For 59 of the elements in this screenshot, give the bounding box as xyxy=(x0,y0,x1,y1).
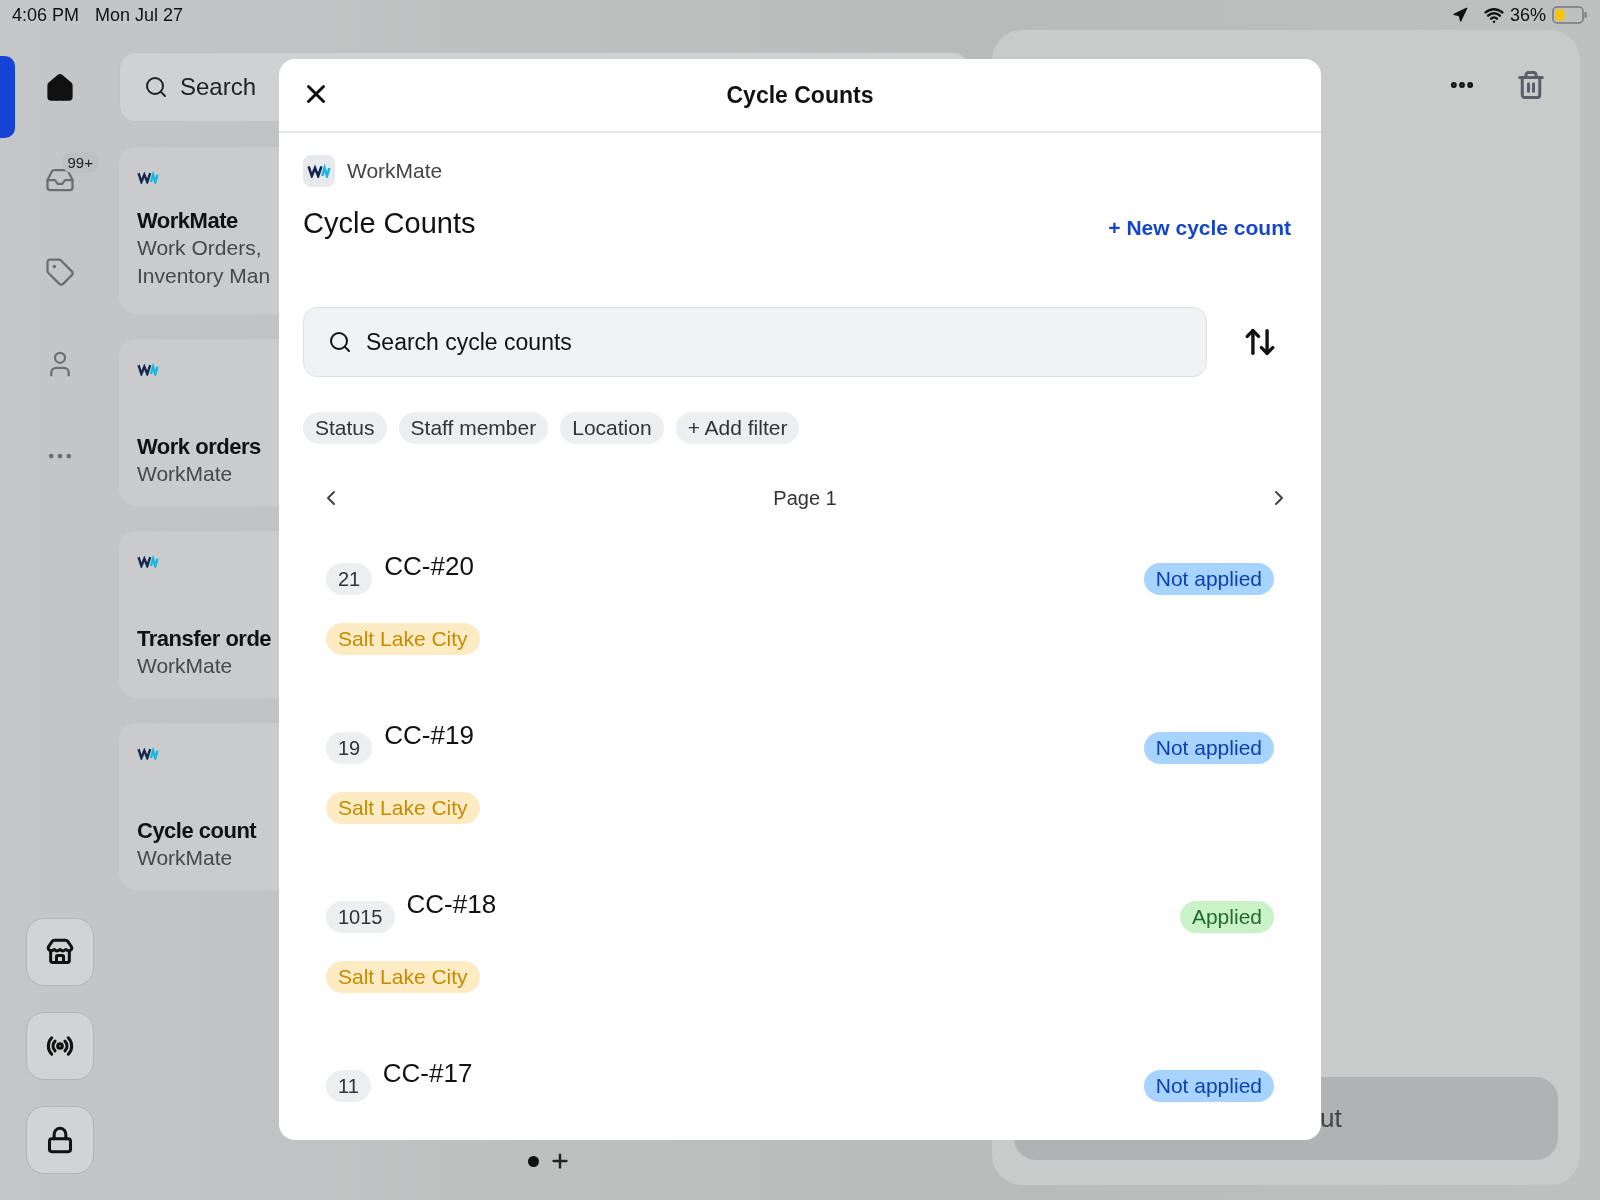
count-badge: 21 xyxy=(326,563,373,595)
filter-chip[interactable]: Location xyxy=(560,412,664,444)
dialog-title: Cycle Counts xyxy=(726,81,874,109)
count-badge: 19 xyxy=(326,732,373,764)
app-name: WorkMate xyxy=(347,159,443,183)
status-badge: Not applied xyxy=(1143,732,1274,764)
broadcast-button[interactable] xyxy=(25,1012,94,1080)
home-icon[interactable] xyxy=(44,73,75,103)
logo-icon xyxy=(137,747,159,761)
status-badge: Applied xyxy=(1179,901,1274,933)
logo-icon xyxy=(137,363,159,377)
cycle-count-name[interactable]: CC-#17 xyxy=(382,1058,473,1089)
lock-icon xyxy=(45,1126,74,1154)
page-heading: Cycle Counts xyxy=(303,207,476,240)
card-subtitle: WorkMate xyxy=(137,653,233,679)
card-subtitle: WorkMate xyxy=(137,845,233,871)
search-placeholder: Search xyxy=(180,73,257,101)
search-placeholder: Search cycle counts xyxy=(366,328,572,356)
card-title: Work orders xyxy=(137,434,261,460)
search-icon xyxy=(328,330,352,354)
status-time: 4:06 PM xyxy=(12,4,80,26)
cycle-count-name[interactable]: CC-#18 xyxy=(406,889,497,920)
cycle-count-name[interactable]: CC-#19 xyxy=(384,720,474,751)
page-dot[interactable] xyxy=(528,1155,539,1167)
logo-icon xyxy=(307,163,331,179)
location-tag: Salt Lake City xyxy=(326,961,480,993)
logo-icon xyxy=(137,555,159,569)
status-badge: Not applied xyxy=(1143,1070,1274,1102)
count-badge: 1015 xyxy=(326,901,395,933)
page-indicator: Page 1 xyxy=(773,486,837,510)
location-tag: Salt Lake City xyxy=(326,623,480,655)
search-field[interactable]: Search cycle counts xyxy=(303,307,1207,377)
status-badge: Not applied xyxy=(1143,563,1274,595)
battery-percent: 36% xyxy=(1509,4,1546,26)
card-subtitle: WorkMate xyxy=(137,461,233,487)
battery-icon xyxy=(1552,6,1588,24)
card-title: Cycle count xyxy=(137,818,257,844)
logo-icon xyxy=(137,171,159,185)
store-icon xyxy=(45,938,74,966)
trash-icon[interactable] xyxy=(1516,70,1546,100)
count-badge: 99+ xyxy=(61,152,99,173)
count-badge: 11 xyxy=(326,1070,371,1102)
filter-chip[interactable]: Status xyxy=(303,412,387,444)
new-cycle-count-link[interactable]: + New cycle count xyxy=(1108,216,1291,240)
filter-chip[interactable]: + Add filter xyxy=(675,412,800,444)
store-button[interactable] xyxy=(25,918,94,986)
status-date: Mon Jul 27 xyxy=(95,4,184,26)
location-tag: Salt Lake City xyxy=(326,792,480,824)
wifi-icon xyxy=(1483,5,1504,25)
location-icon xyxy=(1451,7,1468,23)
filter-chip[interactable]: Staff member xyxy=(398,412,549,444)
card-title: Transfer orde xyxy=(137,626,272,652)
card-title: WorkMate xyxy=(137,208,238,235)
tag-icon[interactable] xyxy=(44,257,75,287)
cycle-count-name[interactable]: CC-#20 xyxy=(384,551,474,582)
card-subtitle: Inventory Man xyxy=(137,263,271,290)
card-subtitle: Work Orders, xyxy=(137,235,262,262)
search-icon xyxy=(144,75,168,99)
lock-button[interactable] xyxy=(25,1106,94,1174)
